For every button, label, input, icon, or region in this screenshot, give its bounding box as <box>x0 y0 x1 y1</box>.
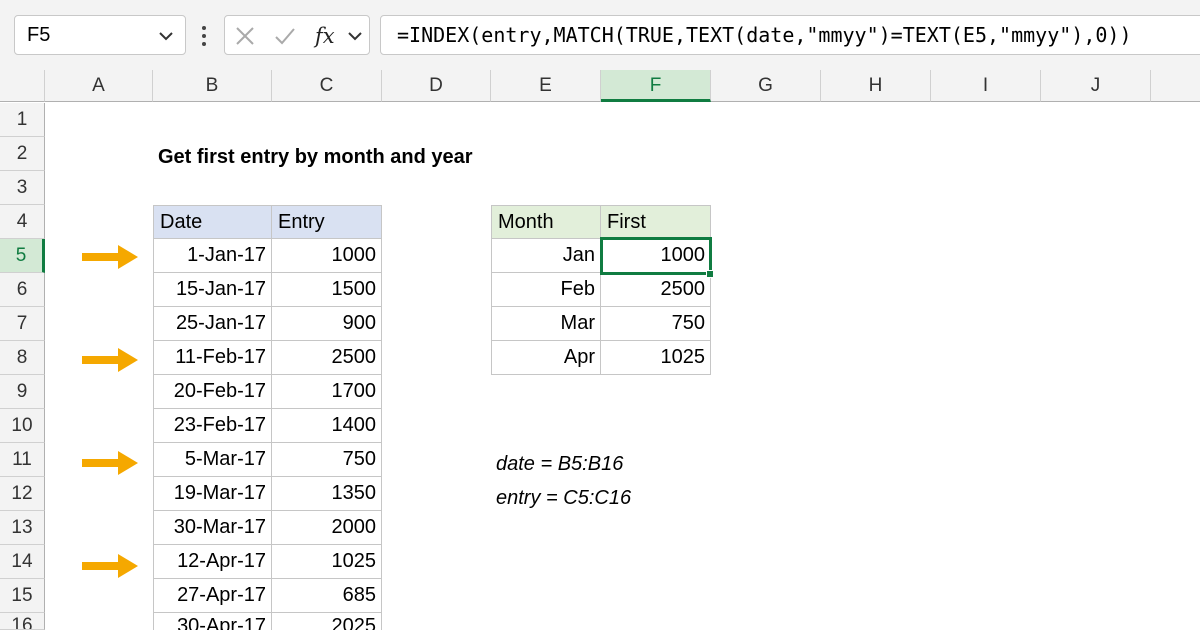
column-header-d[interactable]: D <box>382 70 491 102</box>
row-header-1[interactable]: 1 <box>0 103 45 137</box>
row-header-4[interactable]: 4 <box>0 205 45 239</box>
date-cell[interactable]: 30-Mar-17 <box>153 511 272 545</box>
insert-function-icon[interactable]: fx <box>313 24 343 48</box>
date-cell[interactable]: 27-Apr-17 <box>153 579 272 613</box>
first-cell[interactable]: 1025 <box>601 341 711 375</box>
arrow-icon <box>82 348 138 372</box>
column-header-e[interactable]: E <box>491 70 601 102</box>
formula-input[interactable]: =INDEX(entry,MATCH(TRUE,TEXT(date,"mmyy"… <box>380 15 1200 55</box>
month-cell[interactable]: Apr <box>491 341 601 375</box>
date-cell[interactable]: 12-Apr-17 <box>153 545 272 579</box>
date-cell[interactable]: 19-Mar-17 <box>153 477 272 511</box>
date-cell[interactable]: 30-Apr-17 <box>153 613 272 630</box>
entry-cell[interactable]: 900 <box>272 307 382 341</box>
named-range-note: entry = C5:C16 <box>496 487 632 509</box>
arrow-icon <box>82 554 138 578</box>
date-cell[interactable]: 11-Feb-17 <box>153 341 272 375</box>
date-cell[interactable]: 5-Mar-17 <box>153 443 272 477</box>
row-header-9[interactable]: 9 <box>0 375 45 409</box>
chevron-down-icon[interactable] <box>345 24 365 48</box>
row-header-14[interactable]: 14 <box>0 545 45 579</box>
enter-check-icon[interactable] <box>273 24 297 48</box>
more-options-icon[interactable] <box>197 22 211 50</box>
date-cell[interactable]: 1-Jan-17 <box>153 239 272 273</box>
row-header-15[interactable]: 15 <box>0 579 45 613</box>
svg-text:fx: fx <box>313 24 335 48</box>
entry-cell[interactable]: 685 <box>272 579 382 613</box>
month-column-header[interactable]: Month <box>491 205 601 239</box>
first-cell[interactable]: 750 <box>601 307 711 341</box>
entry-cell[interactable]: 2025 <box>272 613 382 630</box>
month-cell[interactable]: Feb <box>491 273 601 307</box>
column-header-c[interactable]: C <box>272 70 382 102</box>
entry-cell[interactable]: 1400 <box>272 409 382 443</box>
entry-column-header[interactable]: Entry <box>272 205 382 239</box>
date-cell[interactable]: 20-Feb-17 <box>153 375 272 409</box>
row-header-7[interactable]: 7 <box>0 307 45 341</box>
column-header-f[interactable]: F <box>601 70 711 102</box>
entry-cell[interactable]: 2500 <box>272 341 382 375</box>
fill-handle[interactable] <box>706 270 714 278</box>
column-header-a[interactable]: A <box>45 70 153 102</box>
column-header-j[interactable]: J <box>1041 70 1151 102</box>
entry-cell[interactable]: 750 <box>272 443 382 477</box>
row-header-3[interactable]: 3 <box>0 171 45 205</box>
entry-cell[interactable]: 1500 <box>272 273 382 307</box>
entry-cell[interactable]: 1000 <box>272 239 382 273</box>
column-header-g[interactable]: G <box>711 70 821 102</box>
row-header-13[interactable]: 13 <box>0 511 45 545</box>
entry-cell[interactable]: 2000 <box>272 511 382 545</box>
month-cell[interactable]: Mar <box>491 307 601 341</box>
row-header-8[interactable]: 8 <box>0 341 45 375</box>
formula-controls: fx <box>224 15 370 55</box>
row-header-12[interactable]: 12 <box>0 477 45 511</box>
row-header-10[interactable]: 10 <box>0 409 45 443</box>
first-column-header[interactable]: First <box>601 205 711 239</box>
cancel-icon[interactable] <box>233 24 257 48</box>
row-header-2[interactable]: 2 <box>0 137 45 171</box>
sheet-title: Get first entry by month and year <box>158 146 473 168</box>
arrow-icon <box>82 451 138 475</box>
row-header-11[interactable]: 11 <box>0 443 45 477</box>
date-cell[interactable]: 23-Feb-17 <box>153 409 272 443</box>
entry-cell[interactable]: 1700 <box>272 375 382 409</box>
named-range-note: date = B5:B16 <box>496 453 624 475</box>
first-cell[interactable]: 2500 <box>601 273 711 307</box>
column-header-i[interactable]: I <box>931 70 1041 102</box>
month-cell[interactable]: Jan <box>491 239 601 273</box>
row-header-6[interactable]: 6 <box>0 273 45 307</box>
active-cell-selection[interactable] <box>600 237 712 275</box>
date-column-header[interactable]: Date <box>153 205 272 239</box>
column-header-b[interactable]: B <box>153 70 272 102</box>
column-header-h[interactable]: H <box>821 70 931 102</box>
chevron-down-icon[interactable] <box>156 26 176 46</box>
select-all-corner[interactable] <box>0 70 45 102</box>
column-header-partial[interactable] <box>1151 70 1200 102</box>
row-header-5[interactable]: 5 <box>0 239 45 273</box>
arrow-icon <box>82 245 138 269</box>
row-header-16[interactable]: 16 <box>0 613 45 630</box>
entry-cell[interactable]: 1025 <box>272 545 382 579</box>
date-cell[interactable]: 15-Jan-17 <box>153 273 272 307</box>
date-cell[interactable]: 25-Jan-17 <box>153 307 272 341</box>
entry-cell[interactable]: 1350 <box>272 477 382 511</box>
